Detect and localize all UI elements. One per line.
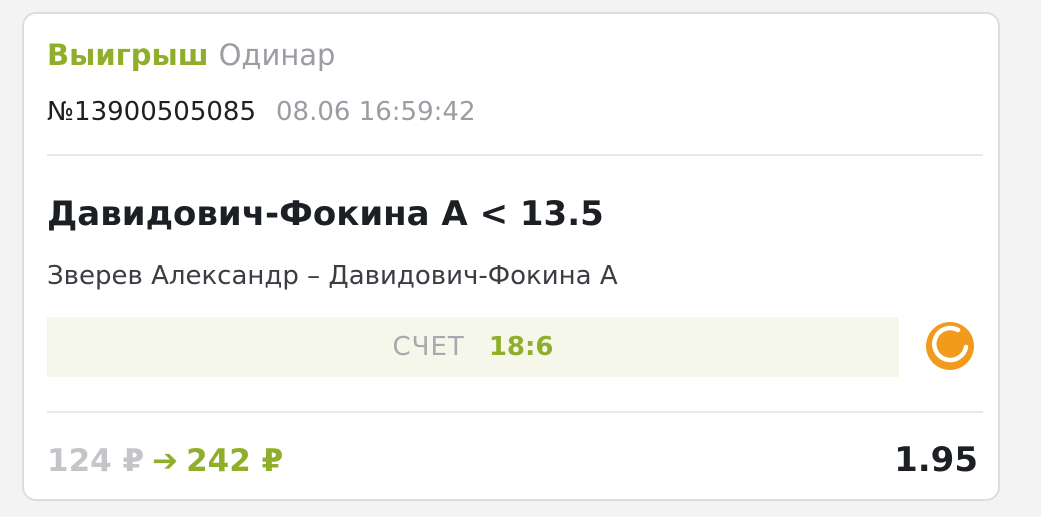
score-box: СЧЕТ 18:6: [47, 317, 899, 377]
divider: [47, 411, 983, 413]
divider: [47, 154, 983, 156]
score-label: СЧЕТ: [392, 332, 465, 362]
bet-card[interactable]: Выигрыш Одинар №13900505085 08.06 16:59:42…: [22, 12, 1000, 501]
amounts: 124 ₽ ➔ 242 ₽: [47, 442, 283, 480]
score-value: 18:6: [488, 332, 554, 362]
selection-title: Давидович-Фокина А < 13.5: [47, 194, 604, 234]
bet-type: Одинар: [218, 38, 336, 72]
payout-amount: 242 ₽: [186, 443, 284, 479]
stake-amount: 124 ₽: [47, 443, 145, 479]
bet-meta: №13900505085 08.06 16:59:42: [47, 96, 475, 128]
odds-value: 1.95: [894, 440, 978, 480]
bet-datetime: 08.06 16:59:42: [276, 97, 476, 127]
bet-number: №13900505085: [47, 97, 257, 127]
arrow-right-icon: ➔: [152, 443, 179, 479]
bet-header: Выигрыш Одинар: [47, 38, 335, 72]
bet-status: Выигрыш: [47, 38, 209, 72]
event-name[interactable]: Зверев Александр – Давидович-Фокина А: [47, 260, 618, 292]
tennis-ball-icon: [925, 321, 975, 371]
